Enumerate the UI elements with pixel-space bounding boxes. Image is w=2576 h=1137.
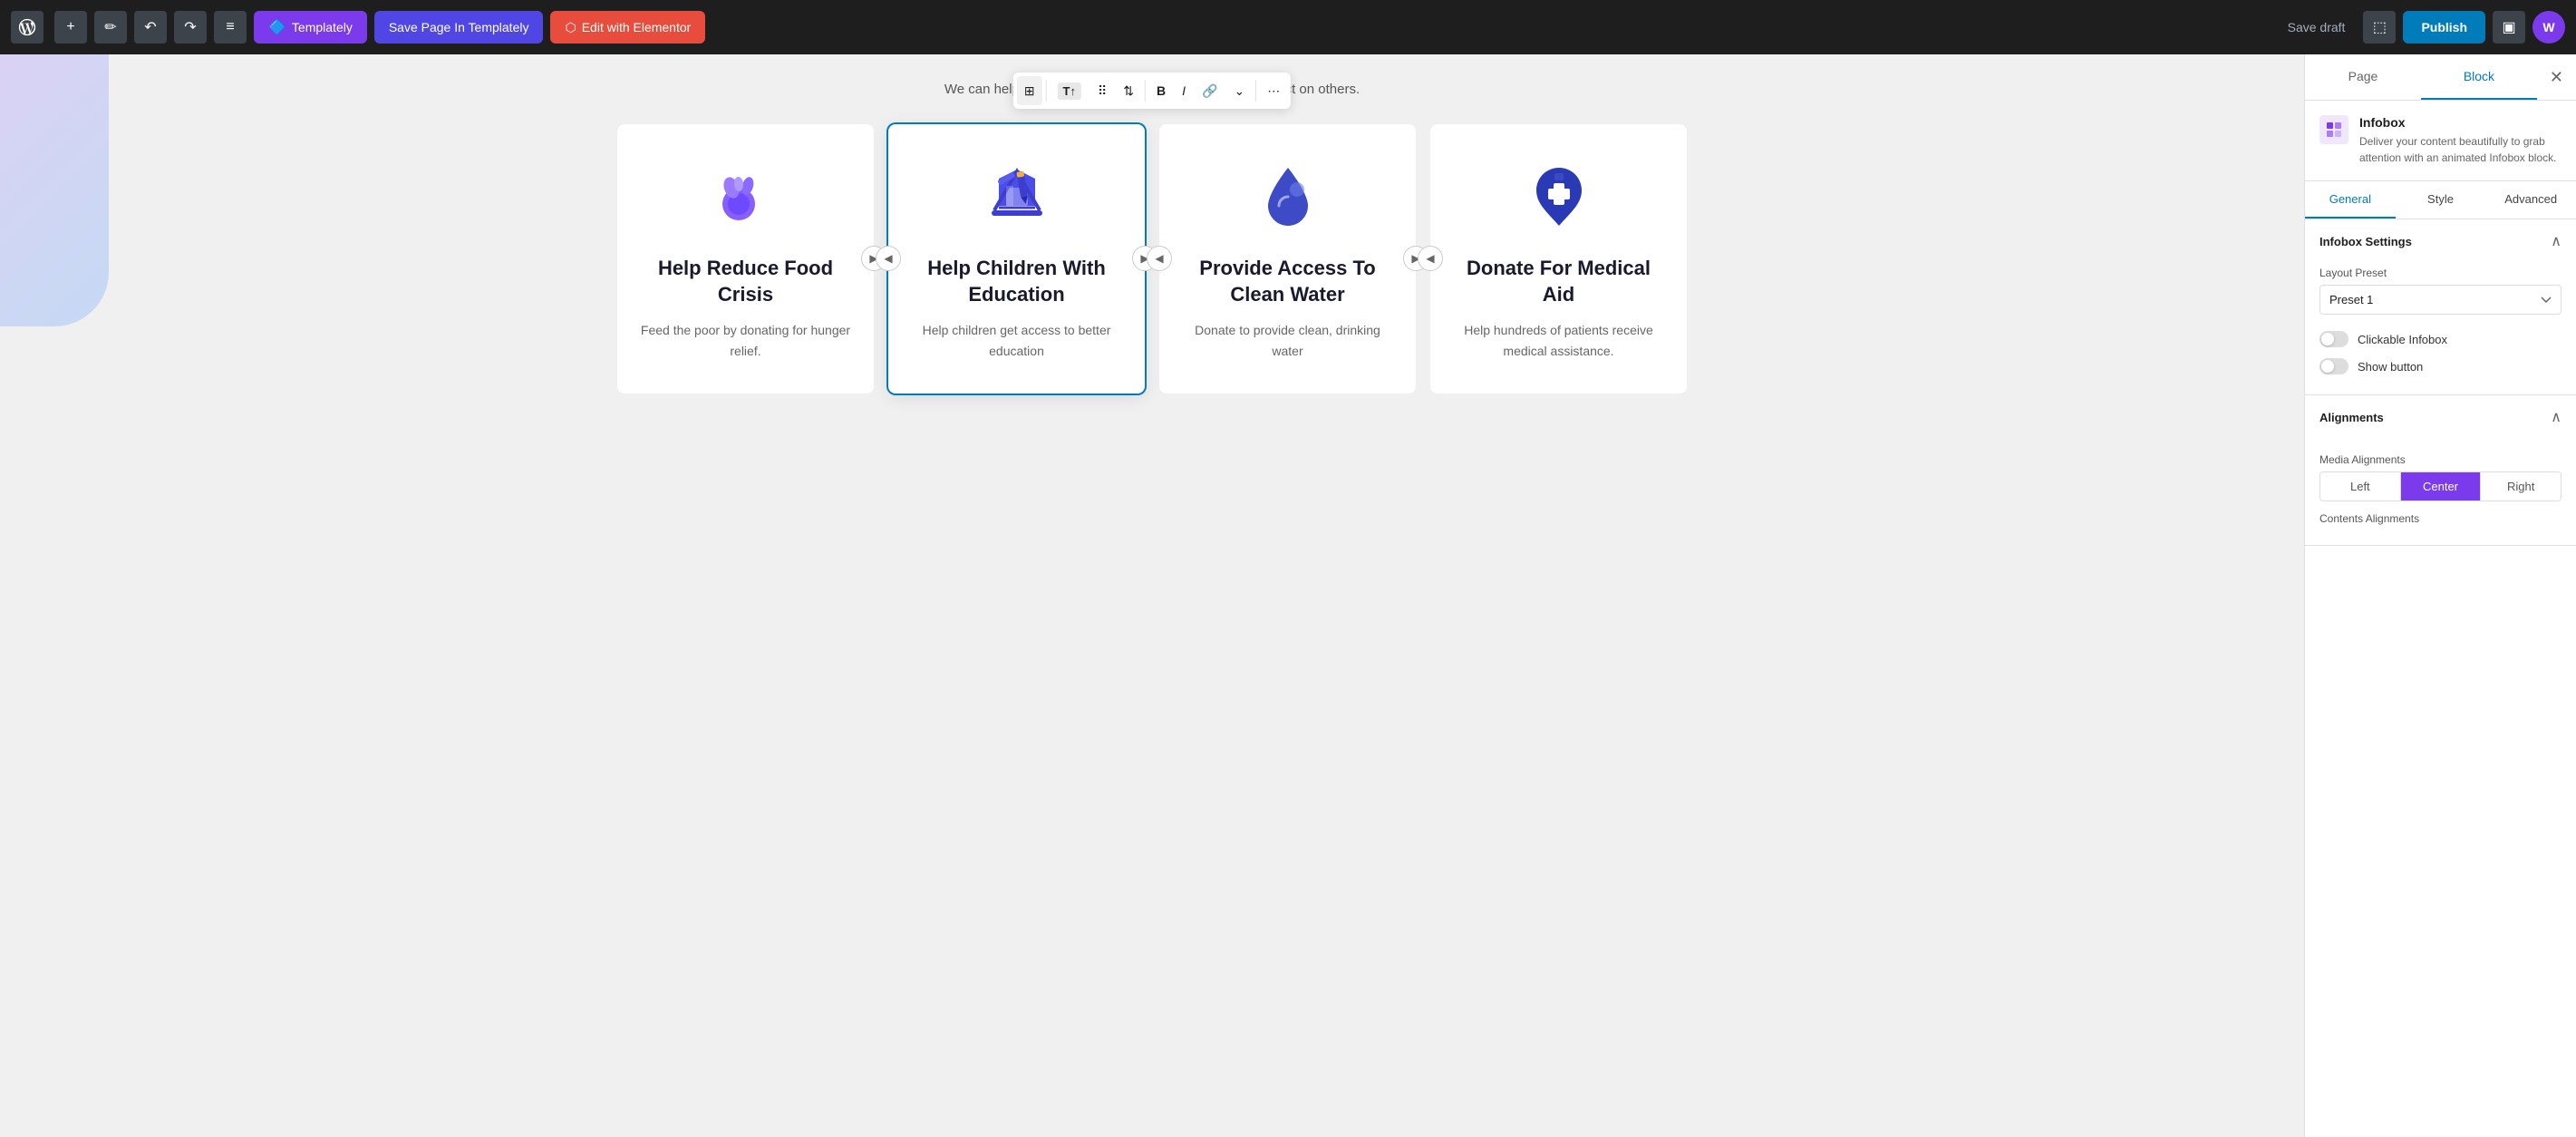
- sidebar-close-button[interactable]: ✕: [2537, 57, 2576, 98]
- clickable-infobox-row: Clickable Infobox: [2319, 326, 2561, 353]
- alignments-collapse-icon: ∧: [2551, 408, 2561, 426]
- card-title-water: Provide Access To Clean Water: [1181, 256, 1394, 307]
- card-icon-medical: [1452, 160, 1665, 238]
- infobox-card-medical[interactable]: ◀ Donate For Medical Aid Help hundreds o…: [1430, 124, 1687, 394]
- block-link-btn[interactable]: 🔗: [1195, 76, 1225, 105]
- infobox-card-water[interactable]: ◀ Provide Access To Clean Water Donate t…: [1159, 124, 1416, 394]
- edit-elementor-button[interactable]: ⬡ Edit with Elementor: [550, 11, 705, 44]
- card-desc-food: Feed the poor by donating for hunger rel…: [639, 320, 852, 361]
- block-more-btn[interactable]: ⋯: [1260, 76, 1287, 105]
- sidebar-tab-block[interactable]: Block: [2421, 54, 2537, 100]
- block-move-btn[interactable]: ⇅: [1116, 76, 1141, 105]
- sidebar-tab-page[interactable]: Page: [2305, 54, 2421, 100]
- block-bold-btn[interactable]: B: [1149, 76, 1173, 105]
- contents-alignments-label: Contents Alignments: [2319, 512, 2561, 525]
- templately-button[interactable]: 🔷 Templately: [254, 11, 367, 44]
- redo-button[interactable]: ↷: [174, 11, 207, 44]
- main-area: ⊞ T↑ ⠿ ⇅ B I 🔗 ⌄ ⋯ We can help you to ch…: [0, 54, 2576, 1137]
- toolbar-separator-3: [1255, 80, 1256, 102]
- block-info-icon: [2319, 115, 2348, 144]
- card-icon-food: [639, 160, 852, 238]
- card-nav-left-4[interactable]: ◀: [1418, 246, 1443, 271]
- card-title-medical: Donate For Medical Aid: [1452, 256, 1665, 307]
- tools-button[interactable]: ✏: [94, 11, 127, 44]
- block-italic-btn[interactable]: I: [1175, 76, 1193, 105]
- card-title-education: Help Children With Education: [910, 256, 1123, 307]
- top-toolbar: + ✏ ↶ ↷ ≡ 🔷 Templately Save Page In Temp…: [0, 0, 2576, 54]
- block-info: Infobox Deliver your content beautifully…: [2305, 101, 2576, 181]
- card-nav-left-2[interactable]: ◀: [876, 246, 901, 271]
- alignments-header[interactable]: Alignments ∧: [2305, 395, 2576, 439]
- move-icon: ⇅: [1123, 83, 1134, 99]
- publish-button[interactable]: Publish: [2403, 11, 2485, 44]
- block-layout-btn[interactable]: ⊞: [1017, 76, 1042, 105]
- infobox-card-education[interactable]: ◀: [888, 124, 1145, 394]
- preset-label: Layout Preset: [2319, 267, 2561, 279]
- infobox-settings-title: Infobox Settings: [2319, 235, 2412, 248]
- card-title-food: Help Reduce Food Crisis: [639, 256, 852, 307]
- block-toolbar: ⊞ T↑ ⠿ ⇅ B I 🔗 ⌄ ⋯: [1013, 73, 1291, 109]
- clickable-infobox-toggle[interactable]: [2319, 331, 2348, 347]
- save-templately-button[interactable]: Save Page In Templately: [374, 11, 544, 44]
- infobox-card-food[interactable]: Help Reduce Food Crisis Feed the poor by…: [617, 124, 874, 394]
- media-alignment-buttons: Left Center Right: [2319, 471, 2561, 501]
- bg-decoration: [0, 54, 109, 326]
- card-icon-education: [910, 160, 1123, 238]
- wp-logo: [11, 11, 44, 44]
- show-button-label: Show button: [2358, 360, 2423, 374]
- sidebar-header: Page Block ✕: [2305, 54, 2576, 101]
- settings-tabs: General Style Advanced: [2305, 181, 2576, 219]
- alignments-section: Alignments ∧ Media Alignments Left Cente…: [2305, 395, 2576, 546]
- editor-area[interactable]: ⊞ T↑ ⠿ ⇅ B I 🔗 ⌄ ⋯ We can help you to ch…: [0, 54, 2304, 1137]
- cards-grid: Help Reduce Food Crisis Feed the poor by…: [617, 124, 1687, 394]
- card-desc-education: Help children get access to better educa…: [910, 320, 1123, 361]
- layout-icon: ⊞: [1024, 83, 1035, 99]
- undo-button[interactable]: ↶: [134, 11, 167, 44]
- templately-icon: 🔷: [268, 18, 286, 36]
- alignments-title: Alignments: [2319, 411, 2384, 424]
- layout-toggle-button[interactable]: ▣: [2493, 11, 2525, 44]
- block-type-btn[interactable]: T↑: [1051, 76, 1089, 105]
- card-desc-water: Donate to provide clean, drinking water: [1181, 320, 1394, 361]
- save-draft-button[interactable]: Save draft: [2277, 13, 2357, 42]
- toggle-section: Clickable Infobox Show button: [2319, 326, 2561, 380]
- drag-icon: ⠿: [1098, 83, 1107, 99]
- media-alignments-label: Media Alignments: [2319, 453, 2561, 466]
- block-drag-btn[interactable]: ⠿: [1090, 76, 1114, 105]
- alignments-body: Media Alignments Left Center Right Conte…: [2305, 439, 2576, 545]
- show-button-toggle[interactable]: [2319, 358, 2348, 374]
- toolbar-separator-2: [1145, 80, 1146, 102]
- settings-tab-style[interactable]: Style: [2396, 181, 2486, 219]
- preset-select[interactable]: Preset 1 Preset 2 Preset 3: [2319, 285, 2561, 315]
- view-mode-button[interactable]: ⬚: [2363, 11, 2396, 44]
- infobox-settings-header[interactable]: Infobox Settings ∧: [2305, 219, 2576, 263]
- collapse-icon: ∧: [2551, 232, 2561, 250]
- block-info-desc: Deliver your content beautifully to grab…: [2359, 133, 2561, 166]
- block-info-text: Infobox Deliver your content beautifully…: [2359, 115, 2561, 166]
- page-content: We can help you to change lives and trul…: [581, 54, 1723, 430]
- align-right-btn[interactable]: Right: [2481, 472, 2561, 500]
- card-desc-medical: Help hundreds of patients receive medica…: [1452, 320, 1665, 361]
- elementor-icon: ⬡: [565, 20, 576, 35]
- user-avatar-button[interactable]: W: [2532, 11, 2565, 44]
- type-icon: T↑: [1058, 83, 1081, 100]
- toolbar-separator-1: [1046, 80, 1047, 102]
- list-view-button[interactable]: ≡: [214, 11, 247, 44]
- infobox-settings-body: Layout Preset Preset 1 Preset 2 Preset 3…: [2305, 263, 2576, 394]
- align-center-btn[interactable]: Center: [2401, 472, 2482, 500]
- align-left-btn[interactable]: Left: [2320, 472, 2401, 500]
- link-icon: 🔗: [1202, 83, 1217, 99]
- add-block-button[interactable]: +: [54, 11, 87, 44]
- settings-tab-general[interactable]: General: [2305, 181, 2396, 219]
- infobox-settings-section: Infobox Settings ∧ Layout Preset Preset …: [2305, 219, 2576, 395]
- show-button-row: Show button: [2319, 353, 2561, 380]
- card-icon-water: [1181, 160, 1394, 238]
- right-sidebar: Page Block ✕ Infobox Deliver your conten…: [2304, 54, 2576, 1137]
- card-nav-left-3[interactable]: ◀: [1147, 246, 1172, 271]
- block-info-title: Infobox: [2359, 115, 2561, 130]
- clickable-infobox-label: Clickable Infobox: [2358, 333, 2447, 346]
- block-expand-btn[interactable]: ⌄: [1226, 76, 1252, 105]
- settings-tab-advanced[interactable]: Advanced: [2485, 181, 2576, 219]
